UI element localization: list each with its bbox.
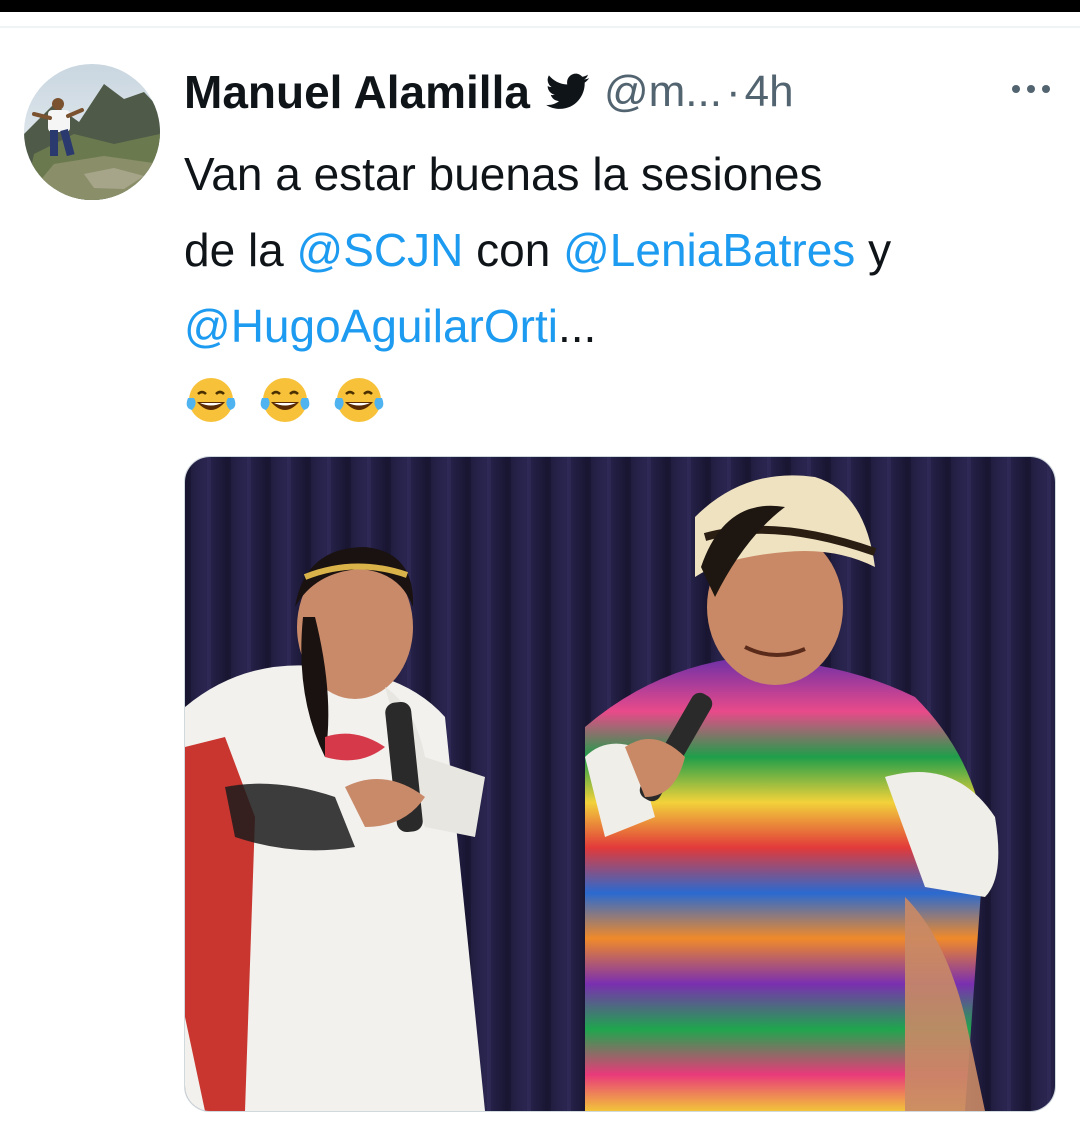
tweet-text-line-1: Van a estar buenas la sesiones — [184, 136, 1064, 212]
emoji-row — [184, 374, 1064, 426]
tweet-photo[interactable] — [184, 456, 1056, 1112]
author-avatar[interactable] — [24, 64, 160, 200]
tweet-text-segment: de la — [184, 224, 297, 276]
tweet-text-segment: con — [463, 224, 564, 276]
mention-hugoaguilarorti[interactable]: @HugoAguilarOrti — [184, 300, 558, 352]
tweet-text-segment: y — [855, 224, 892, 276]
top-status-bar — [0, 0, 1080, 12]
mention-leniabatres[interactable]: @LeniaBatres — [563, 224, 855, 276]
tweet-text-line-2: de la @SCJN con @LeniaBatres y — [184, 212, 1064, 288]
twitter-bird-icon — [545, 72, 590, 112]
tweet-text-segment: Van a estar buenas la sesiones — [184, 148, 823, 200]
laughing-crying-emoji-icon — [260, 378, 310, 422]
author-handle[interactable]: @m... — [604, 67, 722, 117]
tweet-text-ellipsis: ... — [557, 300, 597, 352]
tweet-header: Manuel Alamilla @m... · 4h — [184, 62, 794, 122]
separator-dot: · — [725, 67, 741, 116]
photo-two-performers-in-costume — [185, 457, 1055, 1111]
laughing-crying-emoji-icon — [334, 378, 384, 422]
tweet-text-line-3: @HugoAguilarOrti... — [184, 288, 1064, 364]
tweet-text: Van a estar buenas la sesiones de la @SC… — [184, 136, 1064, 426]
avatar-photo — [24, 64, 160, 200]
mention-scjn[interactable]: @SCJN — [297, 224, 464, 276]
ellipsis-icon[interactable] — [1008, 74, 1054, 104]
author-display-name[interactable]: Manuel Alamilla — [184, 65, 530, 119]
timeline-divider — [0, 26, 1080, 28]
tweet-time[interactable]: 4h — [745, 67, 794, 117]
laughing-crying-emoji-icon — [186, 378, 236, 422]
